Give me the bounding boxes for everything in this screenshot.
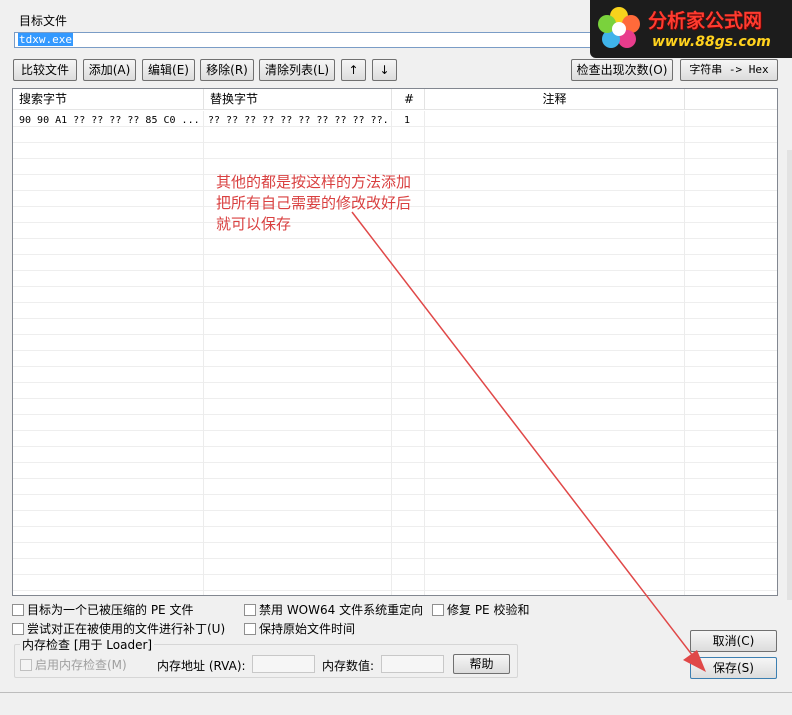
status-divider [0, 692, 792, 693]
enable-memory-check-checkbox[interactable]: 启用内存检查(M) [20, 656, 127, 673]
help-button[interactable]: 帮助 [453, 654, 510, 674]
compare-file-button[interactable]: 比较文件 [13, 59, 77, 81]
cancel-button[interactable]: 取消(C) [690, 630, 777, 652]
remove-button[interactable]: 移除(R) [200, 59, 254, 81]
fix-checksum-label: 修复 PE 校验和 [447, 603, 530, 617]
checkbox-box [12, 603, 24, 616]
patch-in-use-label: 尝试对正在被使用的文件进行补丁(U) [27, 622, 226, 636]
logo-url: www.88gs.com [652, 34, 771, 50]
column-search-bytes[interactable]: 搜索字节 [13, 89, 204, 110]
string-to-hex-button[interactable]: 字符串 -> Hex [680, 59, 778, 81]
keep-file-time-checkbox[interactable]: 保持原始文件时间 [244, 620, 355, 637]
memory-address-input[interactable] [252, 655, 315, 673]
checkbox-box [244, 622, 256, 635]
annotation-note: 其他的都是按这样的方法添加 把所有自己需要的修改改好后 就可以保存 [216, 172, 436, 235]
edit-button[interactable]: 编辑(E) [142, 59, 195, 81]
memory-check-title: 内存检查 [用于 Loader] [20, 636, 155, 653]
column-comment[interactable]: 注释 [425, 89, 685, 110]
checkbox-box [244, 603, 256, 616]
disable-wow64-checkbox[interactable]: 禁用 WOW64 文件系统重定向 [244, 601, 423, 618]
row-search-bytes: 90 90 A1 ?? ?? ?? ?? 85 C0 ... [19, 115, 200, 126]
column-replace-bytes[interactable]: 替换字节 [204, 89, 392, 110]
target-file-value: tdxw.exe [18, 33, 73, 46]
clear-list-button[interactable]: 清除列表(L) [259, 59, 335, 81]
patch-in-use-checkbox[interactable]: 尝试对正在被使用的文件进行补丁(U) [12, 620, 225, 637]
patch-table[interactable]: 搜索字节 替换字节 # 注释 90 90 A1 ?? ?? ?? ?? 85 C… [12, 88, 778, 596]
window-edge [787, 150, 792, 600]
move-down-button[interactable]: ↓ [372, 59, 397, 81]
packed-pe-label: 目标为一个已被压缩的 PE 文件 [27, 603, 194, 617]
row-count: 1 [404, 115, 411, 126]
add-button[interactable]: 添加(A) [83, 59, 136, 81]
disable-wow64-label: 禁用 WOW64 文件系统重定向 [259, 603, 424, 617]
annotation-line-1: 其他的都是按这样的方法添加 [216, 173, 412, 191]
row-replace-bytes: ?? ?? ?? ?? ?? ?? ?? ?? ?? ??... [208, 115, 390, 126]
target-file-label: 目标文件 [19, 14, 68, 28]
move-up-button[interactable]: ↑ [341, 59, 366, 81]
memory-value-input[interactable] [381, 655, 444, 673]
checkbox-box [20, 658, 32, 671]
keep-file-time-label: 保持原始文件时间 [259, 622, 356, 636]
checkbox-box [432, 603, 444, 616]
enable-memory-check-label: 启用内存检查(M) [35, 658, 127, 672]
logo-title: 分析家公式网 [648, 10, 763, 32]
annotation-line-2: 把所有自己需要的修改改好后 [216, 194, 412, 212]
check-occurrences-button[interactable]: 检查出现次数(O) [571, 59, 673, 81]
flower-logo-icon [598, 7, 640, 48]
save-button[interactable]: 保存(S) [690, 657, 777, 679]
column-count[interactable]: # [392, 89, 425, 110]
row-comment [431, 113, 681, 129]
annotation-line-3: 就可以保存 [216, 215, 292, 233]
memory-address-label: 内存地址 (RVA): [157, 659, 246, 673]
checkbox-box [12, 622, 24, 635]
memory-value-label: 内存数值: [322, 659, 375, 673]
packed-pe-checkbox[interactable]: 目标为一个已被压缩的 PE 文件 [12, 601, 193, 618]
fix-checksum-checkbox[interactable]: 修复 PE 校验和 [432, 601, 529, 618]
table-header: 搜索字节 替换字节 # 注释 [13, 89, 777, 110]
